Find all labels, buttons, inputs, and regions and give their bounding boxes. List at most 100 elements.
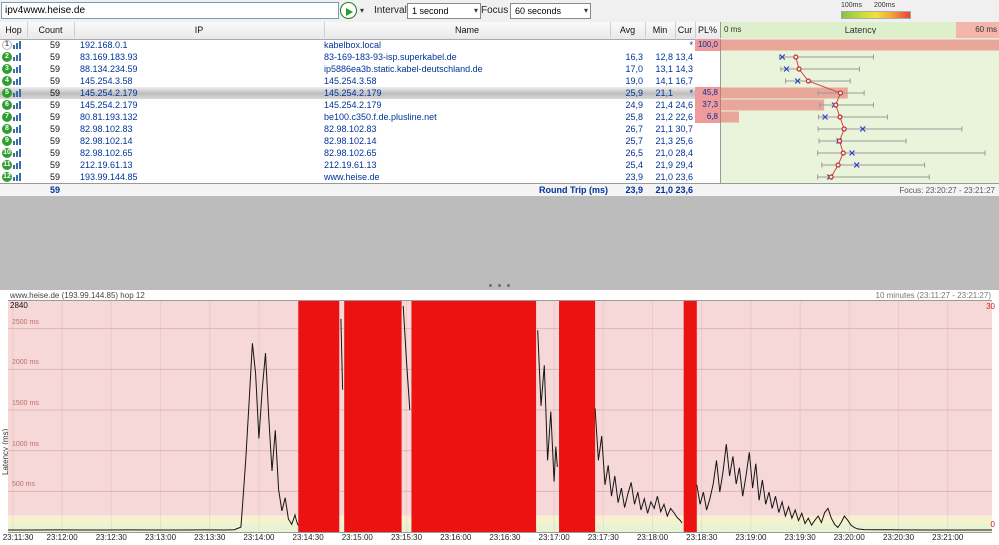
trace-table: Hop Count IP Name Avg Min Cur PL% Latenc… bbox=[0, 22, 999, 198]
latency-scale-min: 0 ms bbox=[724, 25, 742, 34]
table-row[interactable]: 4 59 145.254.3.58 145.254.3.58 19,0 14,1… bbox=[0, 75, 999, 87]
target-input[interactable] bbox=[1, 2, 339, 19]
min-cell: 21,1 bbox=[655, 88, 673, 98]
header-ip[interactable]: IP bbox=[74, 22, 325, 38]
table-row[interactable]: 7 59 80.81.193.132 be100.c350.f.de.plusl… bbox=[0, 111, 999, 123]
packet-loss-cell: 6,8 bbox=[695, 111, 720, 123]
timeline-graph-icon bbox=[13, 41, 22, 49]
avg-cell: 23,9 bbox=[625, 172, 643, 182]
play-button[interactable] bbox=[340, 2, 357, 19]
y-axis-max-label: 2840 bbox=[10, 301, 28, 310]
timeline-plot[interactable] bbox=[8, 300, 992, 533]
timeline-graph-icon bbox=[13, 137, 22, 145]
x-tick-label: 23:13:00 bbox=[144, 533, 177, 542]
header-avg[interactable]: Avg bbox=[610, 22, 646, 38]
header-packet-loss[interactable]: PL% bbox=[695, 22, 721, 38]
x-tick-label: 23:12:30 bbox=[95, 533, 127, 542]
chevron-down-icon: ▾ bbox=[583, 6, 588, 15]
min-cell: 13,1 bbox=[655, 64, 673, 74]
x-tick-label: 23:14:30 bbox=[292, 533, 324, 542]
pingplotter-window: ▾ Interval 1 second ▾ Focus 60 seconds ▾… bbox=[0, 0, 999, 545]
timeline-graph-icon bbox=[13, 77, 22, 85]
ip-cell: 192.168.0.1 bbox=[80, 40, 128, 50]
hop-cell: 5 bbox=[0, 87, 27, 99]
packet-loss-cell bbox=[695, 51, 720, 63]
hop-cell: 7 bbox=[0, 111, 27, 123]
name-cell: 82.98.102.83 bbox=[324, 124, 377, 134]
count-cell: 59 bbox=[49, 40, 60, 50]
packet-loss-cell bbox=[695, 171, 720, 183]
table-row[interactable]: 6 59 145.254.2.179 145.254.2.179 24,9 21… bbox=[0, 99, 999, 111]
ip-cell: 82.98.102.83 bbox=[80, 124, 133, 134]
header-name[interactable]: Name bbox=[324, 22, 611, 38]
cur-cell: 16,7 bbox=[675, 76, 693, 86]
interval-select[interactable]: 1 second ▾ bbox=[407, 3, 481, 19]
table-row[interactable]: 3 59 88.134.234.59 ip5886ea3b.static.kab… bbox=[0, 63, 999, 75]
avg-cell: 17,0 bbox=[625, 64, 643, 74]
packet-loss-cell bbox=[695, 147, 720, 159]
hop-number-badge: 12 bbox=[2, 172, 12, 182]
ip-cell: 193.99.144.85 bbox=[80, 172, 138, 182]
name-cell: 145.254.2.179 bbox=[324, 88, 382, 98]
workspace-background bbox=[0, 196, 999, 290]
table-row[interactable]: 12 59 193.99.144.85 www.heise.de 23,9 21… bbox=[0, 171, 999, 183]
table-row[interactable]: 2 59 83.169.183.93 83-169-183-93-isp.sup… bbox=[0, 51, 999, 63]
hop-number-badge: 4 bbox=[2, 76, 12, 86]
min-cell: 21,3 bbox=[655, 136, 673, 146]
avg-cell: 25,9 bbox=[625, 88, 643, 98]
latency-gradient-bar bbox=[841, 11, 911, 19]
splitter-dot-icon bbox=[489, 284, 492, 287]
hop-number-badge: 3 bbox=[2, 64, 12, 74]
splitter-dot-icon bbox=[507, 284, 510, 287]
play-dropdown-caret-icon[interactable]: ▾ bbox=[360, 6, 364, 15]
packet-loss-cell: 37,3 bbox=[695, 99, 720, 111]
x-tick-label: 23:20:00 bbox=[833, 533, 865, 542]
hop-number-badge: 7 bbox=[2, 112, 12, 122]
packet-loss-max-label: 30 bbox=[986, 302, 995, 311]
cur-cell: * bbox=[689, 88, 693, 98]
ip-cell: 80.81.193.132 bbox=[80, 112, 138, 122]
hop-cell: 1 bbox=[0, 39, 27, 51]
header-hop[interactable]: Hop bbox=[0, 22, 28, 38]
name-cell: 83-169-183-93-isp.superkabel.de bbox=[324, 52, 457, 62]
timeline-graph-icon bbox=[13, 149, 22, 157]
ip-cell: 212.19.61.13 bbox=[80, 160, 133, 170]
table-row[interactable]: 8 59 82.98.102.83 82.98.102.83 26,7 21,1… bbox=[0, 123, 999, 135]
table-row[interactable]: 10 59 82.98.102.65 82.98.102.65 26,5 21,… bbox=[0, 147, 999, 159]
hop-cell: 9 bbox=[0, 135, 27, 147]
packet-loss-cell: 100,0 bbox=[695, 39, 720, 51]
timeline-graph-icon bbox=[13, 125, 22, 133]
header-count[interactable]: Count bbox=[27, 22, 75, 38]
avg-cell: 25,4 bbox=[625, 160, 643, 170]
x-tick-label: 23:12:00 bbox=[46, 533, 78, 542]
count-cell: 59 bbox=[49, 76, 60, 86]
cur-cell: 23,6 bbox=[675, 172, 693, 182]
timeline-chart[interactable] bbox=[8, 301, 992, 532]
x-tick-label: 23:18:00 bbox=[636, 533, 669, 542]
x-tick-label: 23:17:30 bbox=[587, 533, 619, 542]
table-row[interactable]: 11 59 212.19.61.13 212.19.61.13 25,4 21,… bbox=[0, 159, 999, 171]
focus-select[interactable]: 60 seconds ▾ bbox=[510, 3, 591, 19]
chevron-down-icon: ▾ bbox=[473, 6, 478, 15]
min-cell: 21,4 bbox=[655, 100, 673, 110]
table-row[interactable]: 1 59 192.168.0.1 kabelbox.local * 100,0 bbox=[0, 39, 999, 51]
x-tick-label: 23:11:30 bbox=[2, 533, 34, 542]
x-tick-label: 23:15:30 bbox=[390, 533, 423, 542]
header-cur[interactable]: Cur bbox=[675, 22, 696, 38]
avg-cell: 25,8 bbox=[625, 112, 643, 122]
packet-loss-cell: 45,8 bbox=[695, 87, 720, 99]
splitter-handle[interactable] bbox=[0, 280, 999, 287]
hop-number-badge: 5 bbox=[2, 88, 12, 98]
avg-cell: 26,7 bbox=[625, 124, 643, 134]
min-cell bbox=[645, 39, 673, 51]
name-cell: 212.19.61.13 bbox=[324, 160, 377, 170]
hop-number-badge: 9 bbox=[2, 136, 12, 146]
hop-cell: 12 bbox=[0, 171, 27, 183]
table-row[interactable]: 5 59 145.254.2.179 145.254.2.179 25,9 21… bbox=[0, 87, 999, 99]
cur-cell: 24,6 bbox=[675, 100, 693, 110]
timeline-graph-icon bbox=[13, 89, 22, 97]
header-min[interactable]: Min bbox=[645, 22, 676, 38]
cur-cell: 30,7 bbox=[675, 124, 693, 134]
count-cell: 59 bbox=[49, 52, 60, 62]
table-row[interactable]: 9 59 82.98.102.14 82.98.102.14 25,7 21,3… bbox=[0, 135, 999, 147]
